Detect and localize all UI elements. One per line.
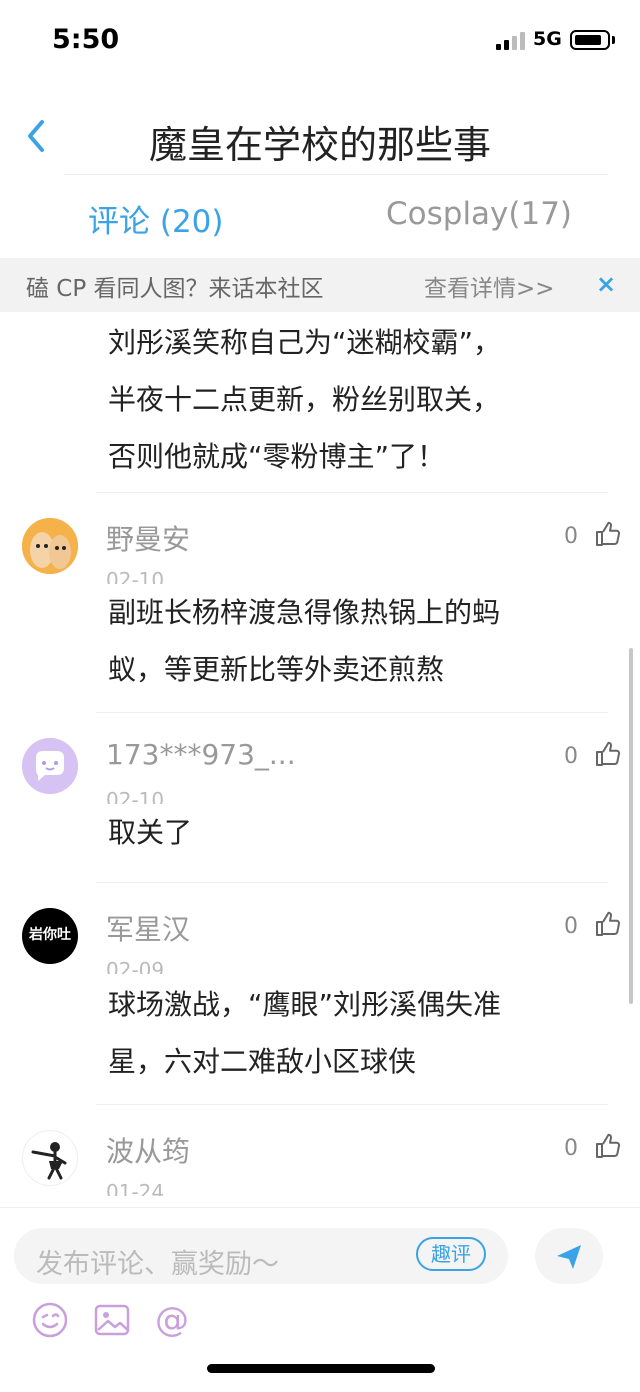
comment-input-placeholder: 发布评论、赢奖励～ [36, 1249, 279, 1280]
comment-date: 01-24 [106, 1180, 165, 1196]
battery-cap [612, 36, 615, 44]
page-title: 魔皇在学校的那些事 [148, 123, 491, 167]
avatar[interactable] [22, 518, 78, 574]
thumbs-up-icon[interactable] [594, 520, 622, 548]
avatar[interactable]: 岩你吐 [22, 908, 78, 964]
status-time: 5:50 [52, 24, 120, 55]
comment-text: 刘彤溪笑称自己为“迷糊校霸”， 半夜十二点更新，粉丝别取关， 否则他就成“零粉博… [108, 314, 608, 485]
battery-icon [570, 30, 610, 50]
tab-comments[interactable]: 评论 (20) [88, 196, 224, 241]
like-count: 0 [564, 524, 578, 549]
promo-banner[interactable]: 磕 CP 看同人图？来话本社区 查看详情>> × [0, 258, 640, 312]
user-name: 野曼安 [106, 523, 191, 556]
comment-line: 半夜十二点更新，粉丝别取关， [108, 383, 501, 416]
send-button[interactable] [535, 1228, 603, 1284]
scrollbar[interactable] [629, 648, 633, 1004]
home-indicator [207, 1364, 435, 1373]
network-label: 5G [533, 28, 562, 50]
comment-divider [96, 712, 608, 713]
comment-line: 星，六对二难敌小区球侠 [108, 1045, 417, 1078]
comment-divider [96, 1104, 608, 1105]
user-name: 173***973_... [106, 738, 296, 771]
comment-text: 球场激战，“鹰眼”刘彤溪偶失准 星，六对二难敌小区球侠 [108, 976, 608, 1090]
comment-date: 02-10 [106, 788, 165, 804]
user-name: 波从筠 [106, 1135, 191, 1168]
comment-feed[interactable]: 刘彤溪笑称自己为“迷糊校霸”， 半夜十二点更新，粉丝别取关， 否则他就成“零粉博… [0, 312, 640, 1207]
svg-text:@: @ [155, 1300, 189, 1340]
like-count: 0 [564, 914, 578, 939]
promo-text: 磕 CP 看同人图？来话本社区 [26, 276, 324, 302]
avatar[interactable] [22, 738, 78, 794]
close-icon[interactable]: × [596, 270, 616, 298]
quping-badge[interactable]: 趣评 [416, 1237, 486, 1271]
comment-divider [96, 492, 608, 493]
like-count: 0 [564, 744, 578, 769]
thumbs-up-icon[interactable] [594, 740, 622, 768]
comment-line: 否则他就成“零粉博主”了！ [108, 440, 446, 473]
comment-line: 球场激战，“鹰眼”刘彤溪偶失准 [108, 988, 502, 1021]
user-name: 军星汉 [106, 913, 191, 946]
comment-input[interactable]: 发布评论、赢奖励～ 趣评 [14, 1228, 508, 1284]
thumbs-up-icon[interactable] [594, 910, 622, 938]
tab-cosplay[interactable]: Cosplay(17) [386, 196, 572, 232]
nav-bar: 魔皇在学校的那些事 [0, 100, 640, 172]
status-bar: 5:50 5G [0, 0, 640, 80]
like-count: 0 [564, 1136, 578, 1161]
nav-divider [64, 174, 608, 175]
comment-divider [96, 882, 608, 883]
emoji-icon[interactable] [30, 1300, 70, 1340]
thumbs-up-icon[interactable] [594, 1132, 622, 1160]
comment-text: 取关了 [108, 804, 608, 861]
comment-date: 02-09 [106, 958, 165, 974]
tab-bar: 评论 (20) Cosplay(17) [0, 190, 640, 248]
avatar[interactable] [22, 1130, 78, 1186]
comment-line: 副班长杨梓渡急得像热锅上的蚂 [108, 596, 501, 629]
comment-line: 刘彤溪笑称自己为“迷糊校霸”， [108, 326, 502, 359]
send-icon [557, 1245, 581, 1269]
promo-detail-link[interactable]: 查看详情>> [424, 269, 555, 303]
comment-date: 02-10 [106, 568, 165, 584]
avatar-text: 岩你吐 [29, 927, 71, 943]
comment-text: 副班长杨梓渡急得像热锅上的蚂 蚁，等更新比等外卖还煎熬 [108, 584, 608, 698]
image-icon[interactable] [92, 1300, 132, 1340]
signal-icon [496, 32, 528, 50]
comment-line: 蚁，等更新比等外卖还煎熬 [108, 653, 445, 686]
at-icon[interactable]: @ [152, 1300, 192, 1340]
comment-line: 取关了 [108, 816, 193, 849]
